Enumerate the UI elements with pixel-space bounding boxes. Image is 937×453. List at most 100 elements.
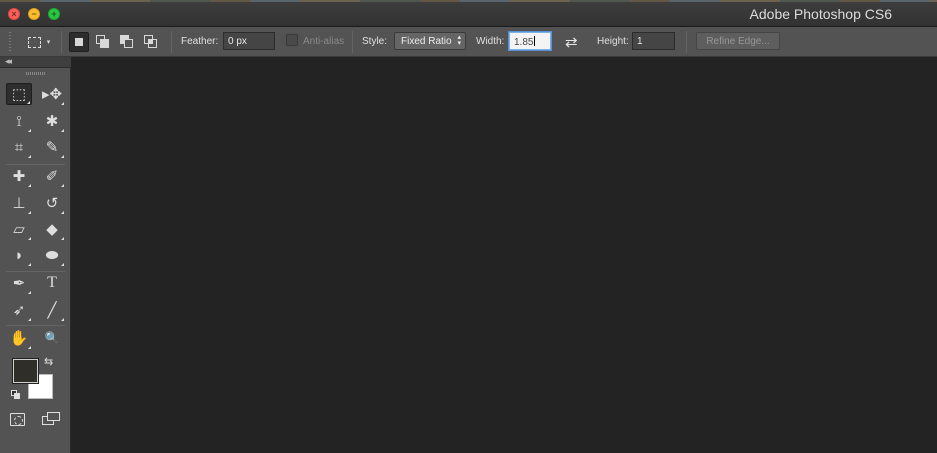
path-selection-tool[interactable]: ➶ [6,299,32,321]
tool-preset-picker[interactable]: ▾ [22,32,56,52]
blur-icon: ◗ [14,246,24,264]
close-icon: × [11,8,17,19]
antialias-label: Anti-alias [303,36,345,47]
default-colors-icon[interactable] [11,390,21,400]
feather-input[interactable]: 0 px [223,32,275,50]
line-tool[interactable]: ╱ [39,299,65,321]
move-icon: ▸✥ [41,86,63,103]
width-input[interactable]: 1.85 [509,32,551,50]
refine-edge-button[interactable]: Refine Edge... [696,32,780,50]
tool-flyout-indicator [28,184,31,187]
blur-tool[interactable]: ◗ [6,244,32,266]
crop-tool[interactable]: ⌗ [6,136,32,158]
tool-flyout-indicator [61,129,64,132]
add-to-selection-icon [96,35,110,49]
screen-mode-icon[interactable] [42,412,62,427]
paint-bucket-tool[interactable]: ◆ [39,218,65,240]
type-icon: T [47,274,57,291]
new-selection-icon [73,36,85,48]
tool-flyout-indicator [28,155,31,158]
brush-tool[interactable]: ✐ [39,165,65,187]
tool-flyout-indicator [28,263,31,266]
tool-flyout-indicator [27,101,30,104]
text-cursor [534,36,536,46]
style-select-value: Fixed Ratio [401,36,452,47]
minimize-icon: − [31,8,37,19]
subtract-from-selection-icon [120,35,134,49]
app-title: Adobe Photoshop CS6 [749,6,892,22]
zoom-icon: 🔍 [44,331,60,345]
eraser-tool[interactable]: ▱ [6,218,32,240]
tool-flyout-indicator [28,291,31,294]
chevron-down-icon: ▾ [46,39,51,46]
close-window-button[interactable]: × [8,8,20,20]
width-label: Width: [476,36,505,47]
document-canvas-area[interactable] [72,57,937,453]
tool-group-divider [6,325,65,326]
quick-mask-icon[interactable] [10,413,25,426]
rectangular-marquee-icon: ⬚ [11,86,27,103]
antialias-checkbox[interactable] [286,34,298,46]
divider [686,31,687,53]
brush-icon: ✐ [45,168,59,185]
tool-group-divider [6,271,65,272]
tool-flyout-indicator [61,263,64,266]
tool-flyout-indicator [61,155,64,158]
height-input[interactable]: 1 [632,32,675,50]
rectangular-marquee-tool[interactable]: ⬚ [6,83,32,105]
options-bar-grip[interactable] [9,32,11,52]
dodge-icon: ⬬ [45,246,59,264]
clone-stamp-icon: ⊥ [12,195,26,212]
tools-panel-header: ◂◂ [0,56,71,68]
zoom-tool[interactable]: 🔍 [39,327,65,349]
tools-panel: ◂◂ ⬚ ▸✥ ⟟ ✱ ⌗ ✎ ✚ ✐ ⊥ ↺ ▱ ◆ ◗ ⬬ ✒ T ➶ ╱ ✋ 🔍 ⇆ [0,56,71,453]
tool-flyout-indicator [61,102,64,105]
type-tool[interactable]: T [39,272,65,294]
intersect-with-selection-button[interactable] [141,32,161,52]
foreground-color-swatch[interactable] [13,359,38,383]
tool-flyout-indicator [28,211,31,214]
move-tool[interactable]: ▸✥ [39,83,65,105]
title-bar: × − + Adobe Photoshop CS6 [0,0,937,27]
healing-brush-icon: ✚ [12,168,26,185]
healing-brush-tool[interactable]: ✚ [6,165,32,187]
tool-flyout-indicator [61,237,64,240]
lasso-icon: ⟟ [16,112,22,130]
magic-wand-tool[interactable]: ✱ [39,110,65,132]
magic-wand-icon: ✱ [45,113,59,130]
crop-icon: ⌗ [14,138,24,156]
tool-flyout-indicator [61,318,64,321]
tool-flyout-indicator [28,346,31,349]
subtract-from-selection-button[interactable] [117,32,137,52]
line-icon: ╱ [47,302,57,319]
minimize-window-button[interactable]: − [28,8,40,20]
tool-flyout-indicator [28,318,31,321]
maximize-icon: + [51,8,57,19]
swap-dimensions-icon[interactable]: ⇄ [565,33,578,51]
pen-tool[interactable]: ✒ [6,272,32,294]
pen-icon: ✒ [12,275,26,292]
path-selection-icon: ➶ [12,302,26,319]
tool-flyout-indicator [28,237,31,240]
tool-group-divider [6,164,65,165]
tool-flyout-indicator [61,211,64,214]
eyedropper-tool[interactable]: ✎ [39,136,65,158]
feather-label: Feather: [181,36,219,47]
options-bar: ▾ Feather: 0 px Anti-alias Style: Fixed … [0,27,937,57]
style-select[interactable]: Fixed Ratio ▴ ▾ [394,32,466,50]
add-to-selection-button[interactable] [93,32,113,52]
tools-panel-grip[interactable] [26,72,45,75]
clone-stamp-tool[interactable]: ⊥ [6,192,32,214]
width-input-value: 1.85 [514,37,534,48]
collapse-panel-icon[interactable]: ◂◂ [5,56,12,67]
new-selection-button[interactable] [69,32,89,52]
history-brush-tool[interactable]: ↺ [39,192,65,214]
swap-colors-icon[interactable]: ⇆ [44,355,53,368]
hand-icon: ✋ [9,330,29,347]
maximize-window-button[interactable]: + [48,8,60,20]
dodge-tool[interactable]: ⬬ [39,244,65,266]
lasso-tool[interactable]: ⟟ [6,110,32,132]
hand-tool[interactable]: ✋ [6,327,32,349]
divider [352,31,353,53]
rectangular-marquee-icon [27,36,41,48]
